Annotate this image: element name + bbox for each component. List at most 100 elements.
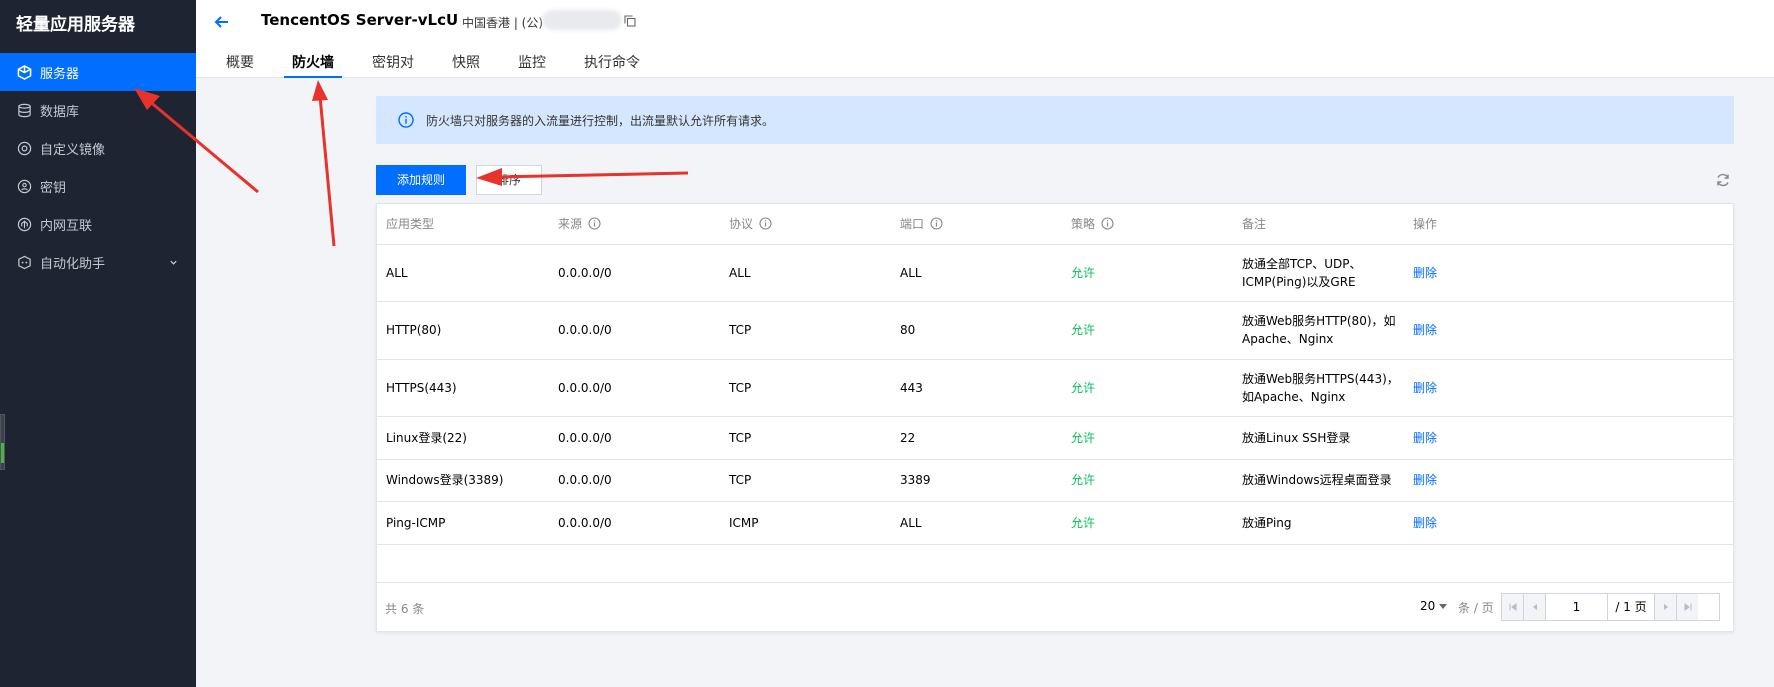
per-page-label: 条 / 页 [1458, 601, 1494, 615]
firewall-notice: 防火墙只对服务器的入流量进行控制，出流量默认允许所有请求。 [376, 96, 1734, 144]
caret-down-icon [1439, 604, 1448, 609]
cell-protocol: ALL [720, 244, 891, 302]
info-icon[interactable] [588, 217, 601, 230]
tab-overview[interactable]: 概要 [226, 46, 254, 78]
main-content: TencentOS Server-vLcU 中国香港 | (公) 概要 防火墙 … [196, 0, 1774, 687]
database-icon [16, 102, 32, 118]
sidebar-collapse-handle[interactable] [0, 414, 5, 470]
product-title: 轻量应用服务器 [16, 15, 135, 35]
sidebar-item-label: 自定义镜像 [40, 142, 106, 158]
cell-policy: 允许 [1062, 359, 1233, 417]
total-count: 共 6 条 [385, 602, 425, 616]
cell-app-type: ALL [377, 244, 549, 302]
copy-icon[interactable] [624, 15, 636, 27]
delete-rule-link[interactable]: 删除 [1413, 266, 1437, 280]
delete-rule-link[interactable]: 删除 [1413, 473, 1437, 487]
info-icon[interactable] [759, 217, 772, 230]
cell-app-type: Ping-ICMP [377, 501, 549, 545]
sidebar-item-servers[interactable]: 服务器 [0, 53, 196, 91]
first-page-icon[interactable] [1502, 594, 1524, 620]
delete-rule-link[interactable]: 删除 [1413, 381, 1437, 395]
sidebar-item-database[interactable]: 数据库 [0, 91, 196, 129]
refresh-icon[interactable] [1715, 172, 1731, 188]
cell-note: 放通Ping [1233, 501, 1404, 545]
cell-note: 放通Web服务HTTPS(443)，如Apache、Nginx [1233, 359, 1404, 417]
table-header-row: 应用类型 来源 协议 端口 策略 备注 操作 [377, 204, 1733, 245]
cell-source: 0.0.0.0/0 [549, 416, 720, 460]
table-row: Windows登录(3389) 0.0.0.0/0 TCP 3389 允许 放通… [377, 459, 1733, 502]
cell-action: 删除 [1404, 359, 1733, 417]
robot-icon [16, 254, 32, 270]
cell-action: 删除 [1404, 501, 1733, 545]
cell-action: 删除 [1404, 459, 1733, 502]
sidebar-item-automation[interactable]: 自动化助手 [0, 243, 196, 281]
cell-source: 0.0.0.0/0 [549, 501, 720, 545]
cell-note: 放通Web服务HTTP(80)，如Apache、Nginx [1233, 301, 1404, 360]
notice-text: 防火墙只对服务器的入流量进行控制，出流量默认允许所有请求。 [426, 113, 775, 128]
tab-snapshot[interactable]: 快照 [452, 46, 480, 78]
sidebar-item-label: 内网互联 [40, 218, 93, 234]
last-page-icon[interactable] [1676, 594, 1698, 620]
note-text: 放通Linux SSH登录 [1242, 430, 1351, 445]
sidebar-item-label: 自动化助手 [40, 256, 106, 272]
cell-protocol: TCP [720, 359, 891, 417]
table-row: HTTPS(443) 0.0.0.0/0 TCP 443 允许 放通Web服务H… [377, 359, 1733, 417]
column-header-app-type: 应用类型 [377, 204, 549, 245]
page-header: TencentOS Server-vLcU 中国香港 | (公) 概要 防火墙 … [196, 0, 1774, 78]
page-size-select[interactable]: 20 [1420, 599, 1448, 613]
info-icon[interactable] [930, 217, 943, 230]
network-icon [16, 216, 32, 232]
cell-port: 3389 [891, 459, 1062, 502]
note-text: 放通Windows远程桌面登录 [1242, 473, 1392, 487]
cell-policy: 允许 [1062, 459, 1233, 502]
table-row: HTTP(80) 0.0.0.0/0 TCP 80 允许 放通Web服务HTTP… [377, 301, 1733, 360]
note-text: 放通Web服务HTTPS(443)，如Apache、Nginx [1242, 371, 1399, 404]
column-header-port: 端口 [891, 204, 1062, 245]
cell-action: 删除 [1404, 416, 1733, 460]
cell-policy: 允许 [1062, 416, 1233, 460]
info-icon[interactable] [1101, 217, 1114, 230]
cell-policy: 允许 [1062, 301, 1233, 360]
pagination: 共 6 条 20 条 / 页 1 / 1 页 [377, 582, 1733, 631]
cell-app-type: HTTPS(443) [377, 359, 549, 417]
delete-rule-link[interactable]: 删除 [1413, 516, 1437, 530]
cell-protocol: ICMP [720, 501, 891, 545]
cell-note: 放通全部TCP、UDP、ICMP(Ping)以及GRE [1233, 244, 1404, 302]
cell-port: 80 [891, 301, 1062, 360]
cell-protocol: TCP [720, 301, 891, 360]
server-region: 中国香港 | (公) [462, 16, 544, 30]
cell-note: 放通Linux SSH登录 [1233, 416, 1404, 460]
page-number-input[interactable]: 1 [1546, 594, 1608, 620]
sidebar-item-intranet[interactable]: 内网互联 [0, 205, 196, 243]
cell-port: ALL [891, 244, 1062, 302]
ip-address-redacted [542, 10, 622, 30]
cell-source: 0.0.0.0/0 [549, 459, 720, 502]
back-arrow-icon[interactable] [212, 12, 232, 32]
info-icon [398, 112, 414, 128]
prev-page-icon[interactable] [1524, 594, 1546, 620]
sort-button[interactable]: 排序 [476, 165, 542, 195]
tab-monitor[interactable]: 监控 [518, 46, 546, 78]
sidebar-item-keys[interactable]: 密钥 [0, 167, 196, 205]
tab-run-command[interactable]: 执行命令 [584, 46, 640, 78]
cell-action: 删除 [1404, 301, 1733, 360]
cell-source: 0.0.0.0/0 [549, 301, 720, 360]
sidebar-item-label: 数据库 [40, 104, 80, 120]
next-page-icon[interactable] [1654, 594, 1676, 620]
cell-action: 删除 [1404, 244, 1733, 302]
total-pages: / 1 页 [1615, 600, 1647, 614]
delete-rule-link[interactable]: 删除 [1413, 431, 1437, 445]
tab-keypair[interactable]: 密钥对 [372, 46, 414, 78]
delete-rule-link[interactable]: 删除 [1413, 323, 1437, 337]
sidebar-item-custom-image[interactable]: 自定义镜像 [0, 129, 196, 167]
cell-note: 放通Windows远程桌面登录 [1233, 459, 1404, 502]
table-row: ALL 0.0.0.0/0 ALL ALL 允许 放通全部TCP、UDP、ICM… [377, 244, 1733, 302]
add-rule-button[interactable]: 添加规则 [376, 165, 466, 195]
tab-firewall[interactable]: 防火墙 [284, 46, 342, 78]
cell-source: 0.0.0.0/0 [549, 244, 720, 302]
cell-app-type: Linux登录(22) [377, 416, 549, 460]
cell-app-type: HTTP(80) [377, 301, 549, 360]
column-header-action: 操作 [1404, 204, 1733, 245]
sidebar-item-label: 密钥 [40, 180, 67, 196]
cell-policy: 允许 [1062, 501, 1233, 545]
